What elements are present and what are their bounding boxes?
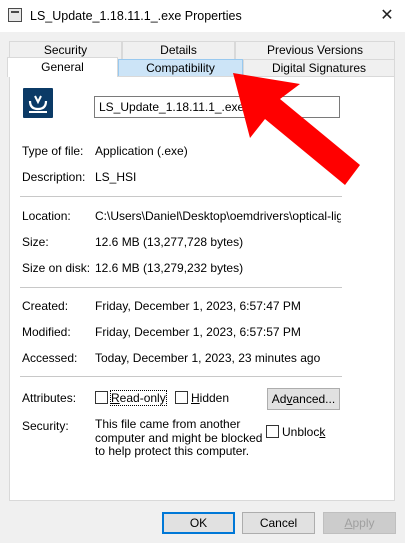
tab-general[interactable]: General	[7, 57, 118, 77]
accessed-label: Accessed:	[22, 351, 78, 365]
unblock-accel: k	[319, 425, 326, 439]
description-label: Description:	[22, 170, 86, 184]
security-label: Security:	[22, 419, 69, 433]
divider	[20, 376, 342, 377]
modified-label: Modified:	[22, 325, 71, 339]
apply-button[interactable]: Apply	[323, 512, 396, 534]
created-value: Friday, December 1, 2023, 6:57:47 PM	[95, 299, 301, 313]
size-label: Size:	[22, 235, 49, 249]
window-title: LS_Update_1.18.11.1_.exe Properties	[30, 9, 242, 23]
hidden-rest: idden	[199, 391, 230, 405]
advanced-button[interactable]: Advanced...	[267, 388, 340, 410]
unblock-prefix: Unbloc	[282, 425, 320, 439]
accessed-value: Today, December 1, 2023, 23 minutes ago	[95, 351, 321, 365]
ok-button[interactable]: OK	[162, 512, 235, 534]
unblock-checkbox[interactable]	[266, 425, 279, 438]
description-value: LS_HSI	[95, 170, 137, 184]
security-message: This file came from another computer and…	[95, 417, 263, 458]
size-on-disk-label: Size on disk:	[22, 261, 91, 275]
file-icon	[23, 88, 53, 118]
divider	[20, 196, 342, 197]
location-value: C:\Users\Daniel\Desktop\oemdrivers\optic…	[95, 209, 341, 223]
close-button[interactable]: ✕	[369, 0, 405, 32]
readonly-checkbox[interactable]	[95, 391, 108, 404]
hidden-checkbox[interactable]	[175, 391, 188, 404]
tab-details[interactable]: Details	[122, 41, 235, 59]
file-name-field[interactable]: LS_Update_1.18.11.1_.exe	[94, 96, 340, 118]
window-app-icon	[8, 8, 22, 22]
tab-previous-versions[interactable]: Previous Versions	[235, 41, 395, 59]
readonly-accel: R	[111, 391, 120, 405]
attributes-label: Attributes:	[22, 391, 77, 405]
tab-digital-signatures[interactable]: Digital Signatures	[243, 59, 395, 77]
readonly-label[interactable]: Read-only	[110, 390, 167, 406]
advanced-rest: anced...	[292, 392, 336, 406]
apply-rest: pply	[352, 516, 375, 530]
type-of-file-value: Application (.exe)	[95, 144, 188, 158]
tab-compatibility[interactable]: Compatibility	[118, 59, 243, 77]
readonly-rest: ead-only	[119, 391, 166, 405]
location-label: Location:	[22, 209, 71, 223]
hidden-accel: H	[191, 391, 200, 405]
type-of-file-label: Type of file:	[22, 144, 84, 158]
unblock-label[interactable]: Unblock	[282, 425, 325, 439]
close-icon: ✕	[380, 7, 394, 24]
advanced-prefix: Ad	[271, 392, 287, 406]
created-label: Created:	[22, 299, 69, 313]
cancel-button[interactable]: Cancel	[242, 512, 315, 534]
divider	[20, 287, 342, 288]
size-value: 12.6 MB (13,277,728 bytes)	[95, 235, 244, 249]
titlebar: LS_Update_1.18.11.1_.exe Properties ✕	[0, 0, 405, 32]
apply-accel: A	[344, 516, 353, 530]
hidden-label[interactable]: Hidden	[191, 391, 229, 405]
size-on-disk-value: 12.6 MB (13,279,232 bytes)	[95, 261, 244, 275]
modified-value: Friday, December 1, 2023, 6:57:57 PM	[95, 325, 301, 339]
